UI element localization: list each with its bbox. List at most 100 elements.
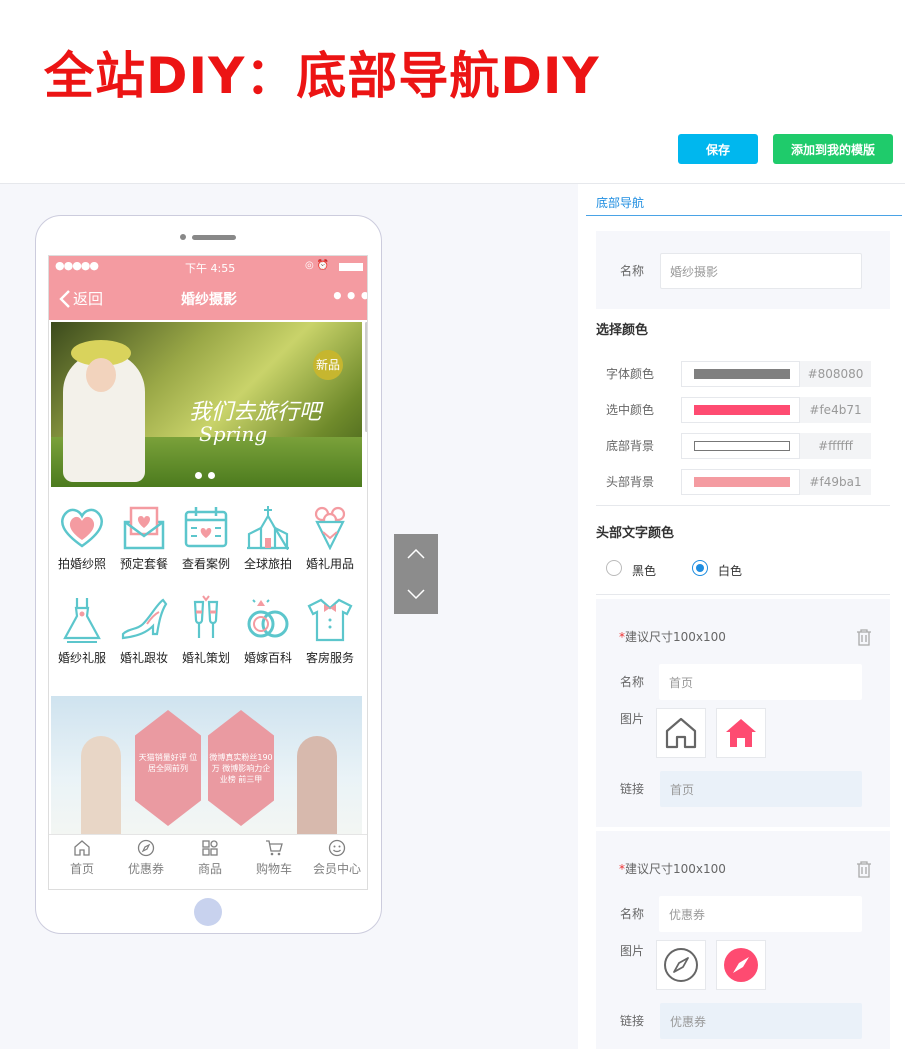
grid-label: 婚礼跟妆	[119, 651, 168, 665]
carousel-dot[interactable]	[195, 472, 202, 479]
item-image-default[interactable]	[656, 940, 706, 990]
banner-spring-text: Spring	[199, 422, 268, 446]
grid-item-wedding-dress[interactable]: 婚纱礼服	[50, 594, 114, 666]
bottom-bg-color-value[interactable]: #ffffff	[800, 433, 871, 459]
grid-item-wedding-supplies[interactable]: 婚礼用品	[298, 504, 362, 572]
bottom-bg-color-picker[interactable]	[681, 433, 800, 459]
scrollbar[interactable]	[365, 322, 367, 432]
move-up-button[interactable]	[394, 534, 438, 574]
radio-black[interactable]	[606, 560, 622, 576]
tab-label: 会员中心	[312, 862, 361, 876]
item-image-label: 图片	[620, 944, 645, 958]
compass-icon	[724, 948, 758, 982]
grid-label: 预定套餐	[119, 557, 168, 571]
item-link-input[interactable]: 首页	[660, 771, 862, 807]
selected-color-picker[interactable]	[681, 397, 800, 423]
save-button[interactable]: 保存	[678, 134, 758, 164]
signal-icon: ●●●●●	[55, 259, 99, 272]
grid-item-global-travel[interactable]: 全球旅拍	[236, 504, 300, 572]
cart-icon	[266, 840, 283, 856]
tab-label: 首页	[69, 862, 94, 876]
grid-item-makeup[interactable]: 婚礼跟妆	[112, 594, 176, 666]
header-bg-color-value[interactable]: #f49ba1	[800, 469, 871, 495]
font-color-value[interactable]: #808080	[800, 361, 871, 387]
tab-label: 商品	[197, 862, 222, 876]
header-title: 婚纱摄影	[181, 292, 237, 308]
battery-icon	[339, 263, 363, 271]
tab-products[interactable]: 商品	[178, 839, 242, 877]
grid-icon	[202, 840, 218, 856]
grid-label: 全球旅拍	[243, 557, 292, 571]
chevron-down-icon	[407, 589, 425, 599]
compass-icon	[664, 948, 698, 982]
tab-coupon[interactable]: 优惠券	[114, 839, 178, 877]
chevron-up-icon	[407, 549, 425, 559]
church-icon	[247, 506, 289, 550]
smiley-icon	[328, 839, 346, 857]
envelope-icon	[123, 506, 165, 550]
rings-icon	[247, 599, 289, 638]
home-icon	[665, 717, 697, 749]
carousel-dot[interactable]	[208, 472, 215, 479]
trash-icon[interactable]	[856, 628, 872, 646]
home-icon	[726, 719, 756, 747]
color-section-title: 选择颜色	[596, 323, 649, 338]
name-input[interactable]: 婚纱摄影	[660, 253, 862, 289]
tab-home[interactable]: 首页	[50, 839, 114, 877]
banner-badge: 新品	[313, 350, 343, 380]
bottom-nav-preview: 首页 优惠券 商品 购物车 会员中心	[49, 834, 367, 889]
phone-camera	[180, 234, 186, 240]
radio-white-label: 白色	[718, 564, 743, 578]
color-label-selected: 选中颜色	[606, 403, 655, 417]
size-hint-text: 建议尺寸100x100	[625, 862, 726, 876]
radio-white[interactable]	[692, 560, 708, 576]
item-image-label: 图片	[620, 712, 645, 726]
promo-hex-weibo: 微博真实粉丝190万 微博影响力企业榜 前三甲	[208, 710, 274, 826]
grid-label: 婚纱礼服	[57, 651, 106, 665]
grid-label: 客房服务	[305, 651, 354, 665]
grid-item-encyclopedia[interactable]: 婚嫁百科	[236, 594, 300, 666]
size-hint: *建议尺寸100x100	[619, 630, 726, 644]
tab-label: 优惠券	[127, 862, 164, 876]
color-label-bottom-bg: 底部背景	[606, 439, 655, 453]
trash-icon[interactable]	[856, 860, 872, 878]
tab-underline	[586, 215, 902, 216]
grid-item-view-cases[interactable]: 查看案例	[174, 504, 238, 572]
status-bar: ●●●●● 下午 4:55 ◎ ⏰	[49, 256, 367, 278]
move-down-button[interactable]	[394, 574, 438, 614]
grid-item-planning[interactable]: 婚礼策划	[174, 594, 238, 666]
champagne-icon	[193, 595, 219, 638]
tuxedo-icon	[307, 598, 353, 642]
banner-carousel[interactable]: 我们去旅行吧 Spring 新品	[51, 322, 362, 487]
phone-screen: ●●●●● 下午 4:55 ◎ ⏰ 返回 婚纱摄影 ••• 我们去旅行吧 Spr…	[48, 255, 368, 890]
grid-item-book-package[interactable]: 预定套餐	[112, 504, 176, 572]
promo-banner[interactable]: 天猫销量好评 位居全网前列 微博真实粉丝190万 微博影响力企业榜 前三甲	[51, 696, 362, 834]
item-link-input[interactable]: 优惠券	[660, 1003, 862, 1039]
page-headline: 全站DIY：底部导航DIY	[44, 47, 600, 105]
grid-item-room-service[interactable]: 客房服务	[298, 594, 362, 666]
item-image-selected[interactable]	[716, 708, 766, 758]
item-name-input[interactable]: 首页	[659, 664, 862, 700]
tab-cart[interactable]: 购物车	[242, 839, 306, 877]
grid-label: 婚礼用品	[305, 557, 354, 571]
grid-item-wedding-photo[interactable]: 拍婚纱照	[50, 504, 114, 572]
item-name-label: 名称	[620, 907, 645, 921]
phone-speaker	[192, 235, 236, 240]
grid-label: 婚礼策划	[181, 651, 230, 665]
size-hint: *建议尺寸100x100	[619, 862, 726, 876]
font-color-picker[interactable]	[681, 361, 800, 387]
item-image-selected[interactable]	[716, 940, 766, 990]
heart-icon	[61, 508, 103, 548]
tab-member[interactable]: 会员中心	[305, 839, 367, 877]
selected-color-value[interactable]: #fe4b71	[800, 397, 871, 423]
divider	[596, 505, 890, 506]
color-label-font: 字体颜色	[606, 367, 655, 381]
promo-hex-tmall: 天猫销量好评 位居全网前列	[135, 710, 201, 826]
add-to-template-button[interactable]: 添加到我的模版	[773, 134, 893, 164]
tab-bottom-nav[interactable]: 底部导航	[596, 194, 644, 211]
header-bg-color-picker[interactable]	[681, 469, 800, 495]
reorder-arrows	[394, 534, 438, 614]
more-icon[interactable]: •••	[331, 284, 367, 308]
item-image-default[interactable]	[656, 708, 706, 758]
item-name-input[interactable]: 优惠券	[659, 896, 862, 932]
